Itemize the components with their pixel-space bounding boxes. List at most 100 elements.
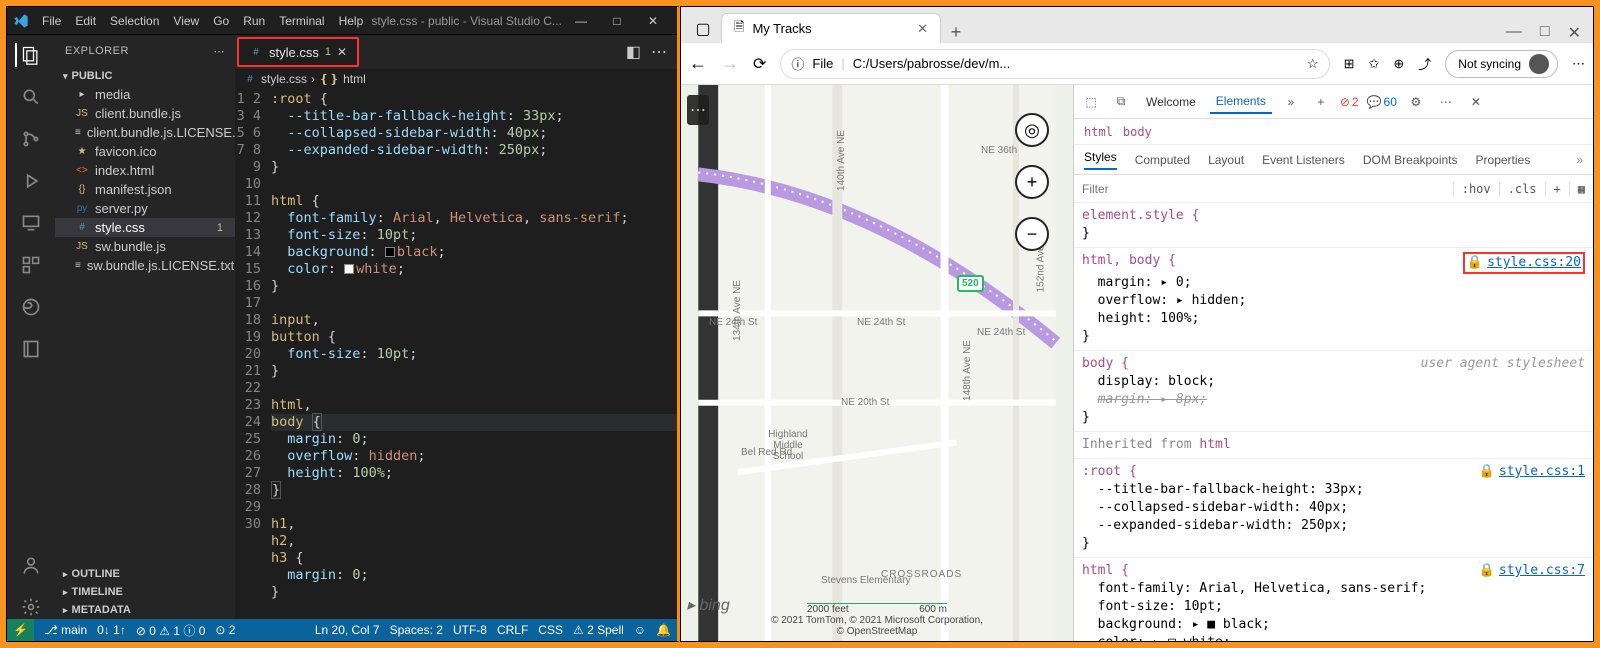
layout-icon[interactable]: ▦ — [1569, 182, 1593, 196]
file-client-bundle-js-LICENSE-txt[interactable]: ≡client.bundle.js.LICENSE.txt — [55, 123, 235, 142]
menu-help[interactable]: Help — [339, 14, 364, 28]
more-panes-icon[interactable]: » — [1576, 153, 1583, 167]
url-bar[interactable]: ⓘ File | C:/Users/pabrosse/dev/m... ☆ — [780, 49, 1329, 79]
edge-icon[interactable] — [19, 295, 43, 319]
more-icon[interactable]: ⋯ — [651, 42, 667, 62]
menu-selection[interactable]: Selection — [110, 14, 159, 28]
pane-layout[interactable]: Layout — [1208, 153, 1244, 167]
new-rule-icon[interactable]: + — [1545, 182, 1569, 196]
ports[interactable]: ⊙ 2 — [215, 623, 235, 637]
code-area[interactable]: 1 2 3 4 5 6 7 8 9 10 11 12 13 14 15 16 1… — [235, 89, 677, 619]
encoding[interactable]: UTF-8 — [453, 623, 487, 637]
close-button[interactable]: ✕ — [635, 14, 671, 28]
minimize-button[interactable]: — — [1506, 23, 1522, 43]
minimize-button[interactable]: — — [563, 14, 599, 28]
book-icon[interactable] — [19, 337, 43, 361]
maximize-button[interactable]: □ — [1540, 23, 1550, 43]
file-sw-bundle-js[interactable]: JSsw.bundle.js — [55, 237, 235, 256]
menu-go[interactable]: Go — [213, 14, 229, 28]
gear-icon[interactable]: ⚙ — [1405, 95, 1427, 109]
favorites-bar-icon[interactable]: ✩ — [1368, 56, 1379, 72]
locate-button[interactable]: ◎ — [1015, 113, 1049, 147]
more-icon[interactable]: ⋯ — [1572, 56, 1585, 72]
new-tab-button[interactable]: + — [941, 22, 971, 43]
tab-close-icon[interactable]: ✕ — [917, 21, 928, 37]
back-button[interactable]: ← — [689, 53, 707, 74]
lang[interactable]: CSS — [538, 623, 563, 637]
reload-button[interactable]: ⟳ — [753, 54, 766, 74]
styles-rules[interactable]: element.style {}html, body {🔒 style.css:… — [1074, 203, 1593, 641]
forward-button[interactable]: → — [721, 53, 739, 74]
hov-toggle[interactable]: :hov — [1453, 182, 1499, 196]
sync-pill[interactable]: Not syncing — [1445, 50, 1558, 78]
error-count[interactable]: ⊘ 2 — [1340, 95, 1359, 109]
filter-input[interactable] — [1074, 182, 1453, 196]
pane-dombp[interactable]: DOM Breakpoints — [1363, 153, 1458, 167]
menu-terminal[interactable]: Terminal — [279, 14, 324, 28]
explorer-icon[interactable] — [15, 43, 43, 67]
tab-style-css[interactable]: # style.css 1 ✕ — [237, 37, 359, 67]
more-icon[interactable]: ⋯ — [214, 45, 226, 58]
eol[interactable]: CRLF — [497, 623, 528, 637]
problems[interactable]: ⊘ 0 ⚠ 1 ⓘ 0 — [136, 622, 206, 639]
file-favicon-ico[interactable]: ★favicon.ico — [55, 142, 235, 161]
close-devtools-icon[interactable]: ✕ — [1465, 95, 1487, 109]
device-icon[interactable]: ⧉ — [1110, 94, 1132, 109]
issue-count[interactable]: 💬 60 — [1367, 95, 1397, 109]
file-index-html[interactable]: <>index.html — [55, 161, 235, 180]
inspect-icon[interactable]: ⬚ — [1080, 95, 1102, 109]
menu-edit[interactable]: Edit — [75, 14, 96, 28]
menu-run[interactable]: Run — [243, 14, 265, 28]
extensions-icon[interactable]: ⊞ — [1344, 56, 1355, 72]
menu-view[interactable]: View — [173, 14, 199, 28]
info-icon[interactable]: ⓘ — [791, 54, 804, 73]
plus-icon[interactable]: + — [1310, 95, 1332, 109]
zoom-out-button[interactable]: − — [1015, 217, 1049, 251]
spaces[interactable]: Spaces: 2 — [390, 623, 443, 637]
split-editor-icon[interactable]: ◧ — [626, 42, 641, 62]
tab-welcome[interactable]: Welcome — [1140, 91, 1202, 113]
remote-indicator[interactable]: ⚡ — [7, 619, 34, 641]
cursor-pos[interactable]: Ln 20, Col 7 — [315, 623, 380, 637]
maximize-button[interactable]: □ — [599, 14, 635, 28]
pane-props[interactable]: Properties — [1476, 153, 1531, 167]
file-style-css[interactable]: #style.css1 — [55, 218, 235, 237]
folder-header[interactable]: PUBLIC — [55, 67, 235, 85]
menu-file[interactable]: File — [42, 14, 61, 28]
browser-tab[interactable]: 🗎 My Tracks ✕ — [721, 13, 941, 43]
feedback-icon[interactable]: ☺ — [634, 623, 646, 637]
share-icon[interactable]: ⤴ — [1418, 54, 1431, 73]
breadcrumbs[interactable]: # style.css › ❴❵ html — [235, 69, 677, 89]
file-server-py[interactable]: pyserver.py — [55, 199, 235, 218]
zoom-in-button[interactable]: + — [1015, 165, 1049, 199]
dom-breadcrumb[interactable]: html body — [1074, 119, 1593, 145]
tab-close-icon[interactable]: ✕ — [337, 45, 347, 59]
tab-actions-icon[interactable]: ▢ — [685, 15, 721, 43]
map-pane[interactable]: ⋯ 520 140th Ave NE 134th Ave NE 148th Av… — [681, 85, 1073, 641]
favorites-icon[interactable]: ☆ — [1307, 56, 1319, 72]
remote-icon[interactable] — [19, 211, 43, 235]
close-button[interactable]: ✕ — [1568, 23, 1581, 43]
tab-elements[interactable]: Elements — [1210, 90, 1272, 114]
pane-styles[interactable]: Styles — [1084, 150, 1117, 170]
cls-toggle[interactable]: .cls — [1499, 182, 1545, 196]
gear-icon[interactable] — [19, 595, 43, 619]
sync[interactable]: 0↓ 1↑ — [97, 623, 126, 637]
scm-icon[interactable] — [19, 127, 43, 151]
outline-section[interactable]: OUTLINE — [55, 565, 235, 583]
search-icon[interactable] — [19, 85, 43, 109]
file-manifest-json[interactable]: {}manifest.json — [55, 180, 235, 199]
pane-events[interactable]: Event Listeners — [1262, 153, 1345, 167]
timeline-section[interactable]: TIMELINE — [55, 583, 235, 601]
bell-icon[interactable]: 🔔 — [656, 623, 671, 637]
map-menu-icon[interactable]: ⋯ — [687, 95, 709, 125]
branch[interactable]: ⎇ main — [44, 623, 87, 637]
more-icon[interactable]: ⋯ — [1435, 95, 1457, 109]
extensions-icon[interactable] — [19, 253, 43, 277]
spell[interactable]: ⚠ 2 Spell — [573, 623, 624, 637]
file-client-bundle-js[interactable]: JSclient.bundle.js — [55, 104, 235, 123]
metadata-section[interactable]: METADATA — [55, 601, 235, 619]
more-tabs-icon[interactable]: » — [1280, 95, 1302, 109]
debug-icon[interactable] — [19, 169, 43, 193]
account-icon[interactable] — [19, 553, 43, 577]
